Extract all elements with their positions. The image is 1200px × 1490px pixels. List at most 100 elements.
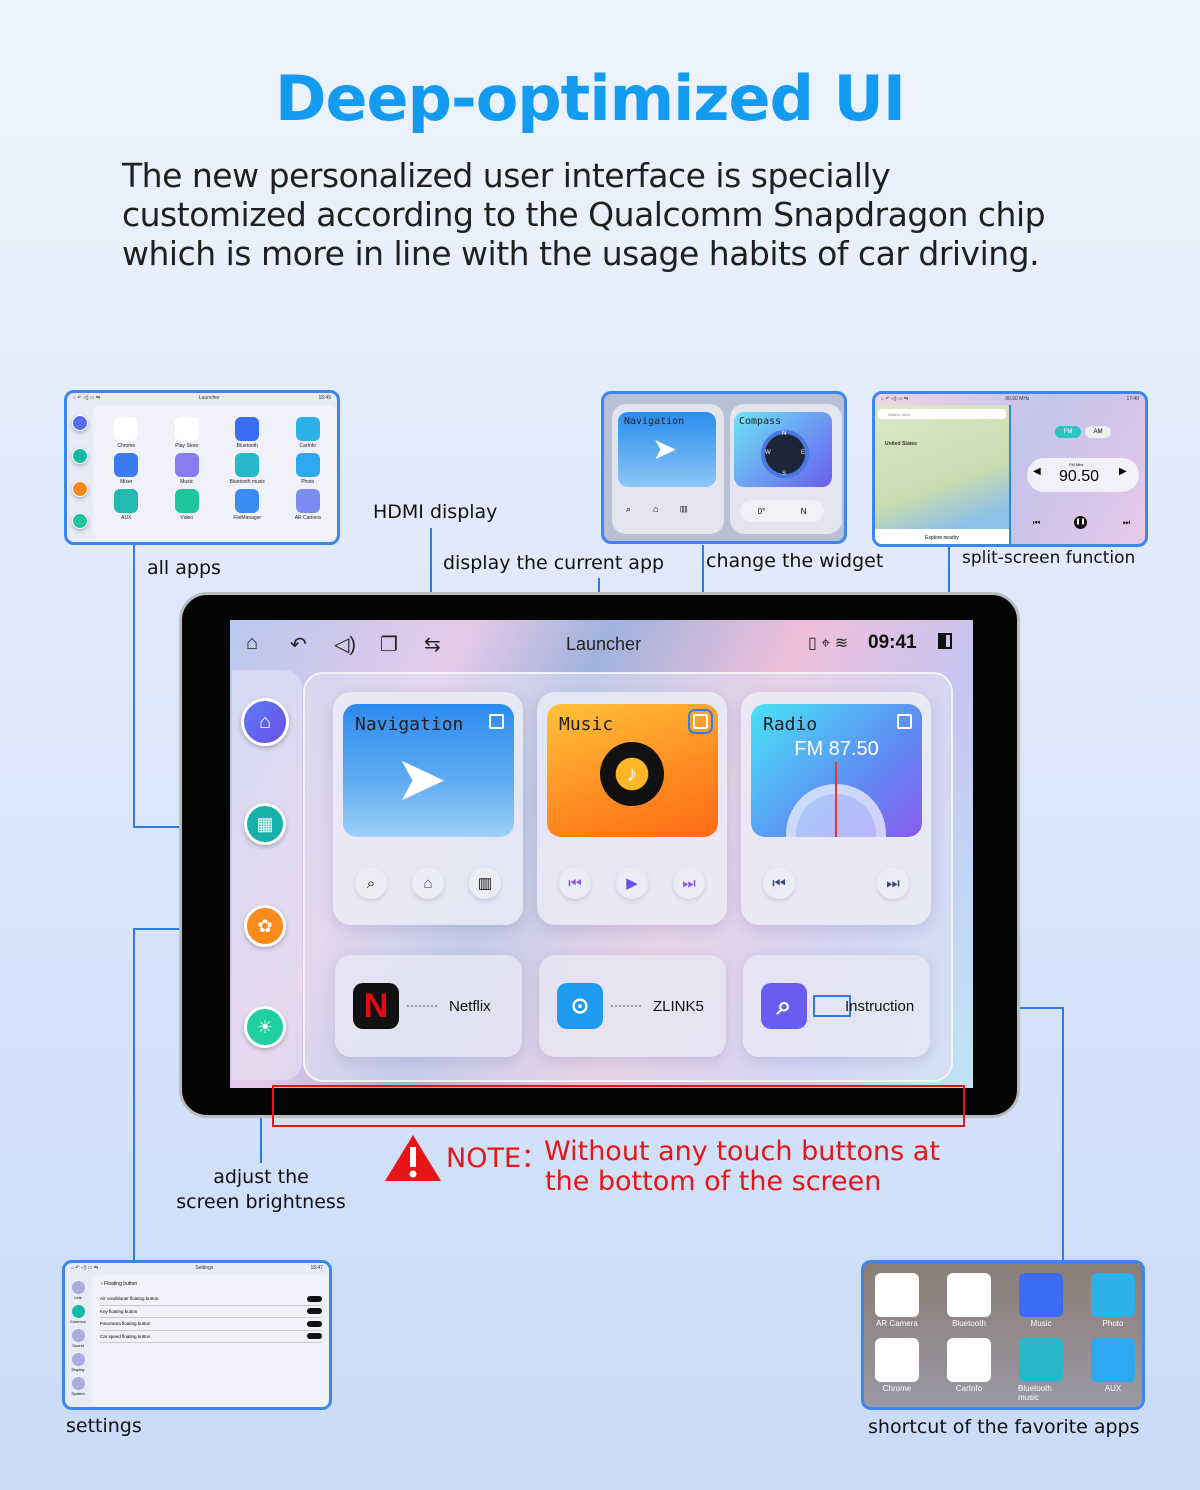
play-icon[interactable]: ▶ [616, 867, 648, 899]
app-item[interactable]: AUX [107, 489, 146, 521]
toggle-switch[interactable] [307, 1320, 322, 1327]
app-item[interactable]: Chrome [107, 417, 146, 449]
app-item[interactable]: Music [168, 453, 207, 485]
settings-side-item[interactable]: Display [67, 1353, 89, 1377]
app-item[interactable]: Chrome [874, 1338, 920, 1402]
connector [133, 545, 135, 827]
next-icon[interactable]: ⏭ [1123, 518, 1130, 528]
settings-row[interactable]: Panorama floating button [100, 1318, 322, 1331]
widget-radio[interactable]: Radio FM 87.50 ⏮ ⏭ [741, 692, 931, 925]
app-item[interactable]: Photo [289, 453, 328, 485]
app-item[interactable]: Play Store [168, 417, 207, 449]
widget-nav-title: Navigation [624, 416, 685, 427]
building-icon[interactable]: ▥ [469, 867, 501, 899]
app-netflix[interactable]: N Netflix [335, 955, 522, 1057]
app-item[interactable]: Music [1018, 1273, 1064, 1328]
explore-nearby[interactable]: Explore nearby [875, 529, 1009, 544]
settings-label: Air conditioner floating button [100, 1296, 159, 1302]
app-instruction[interactable]: ⌕ Instruction [743, 955, 930, 1057]
settings-row[interactable]: Key floating button [100, 1306, 322, 1318]
carinfo-icon [295, 417, 320, 441]
settings-category-icon [71, 1281, 85, 1294]
app-item[interactable]: Bluetooth [228, 417, 267, 449]
next-icon[interactable]: ⏭ [877, 867, 909, 899]
settings-category-label: Display [71, 1367, 85, 1372]
app-item[interactable]: AUX [1090, 1338, 1136, 1402]
am-button[interactable]: AM [1085, 426, 1111, 438]
fm-button[interactable]: FM [1055, 426, 1081, 438]
settings-header[interactable]: ‹ Floating button [101, 1281, 137, 1287]
app-item[interactable]: Mixer [107, 453, 146, 485]
settings-time: 18:47 [310, 1265, 323, 1271]
edit-icon[interactable] [688, 709, 713, 734]
edit-icon[interactable] [489, 714, 504, 729]
app-item[interactable]: Photo [1090, 1273, 1136, 1328]
app-item[interactable]: AR Camera [874, 1273, 920, 1328]
settings-title: Settings [195, 1265, 214, 1271]
app-item[interactable]: AR Camera [289, 489, 328, 521]
previous-icon[interactable]: ⏮ [559, 867, 591, 899]
app-item[interactable]: FileManager [228, 489, 267, 521]
play-store-icon [174, 417, 199, 441]
settings-side-item[interactable]: System [67, 1377, 89, 1401]
next-icon[interactable]: ⏭ [673, 867, 705, 899]
settings-side-item[interactable]: Common [67, 1305, 89, 1329]
sidebar-settings-icon[interactable]: ✿ [244, 905, 286, 947]
widget-navigation[interactable]: Navigation ➤ ⌕ ⌂ ▥ [333, 692, 523, 925]
volume-icon[interactable]: ◁) [334, 632, 356, 657]
home-icon[interactable]: ⌂ [412, 867, 444, 899]
page-title: Deep-optimized UI [275, 62, 906, 135]
back-icon[interactable]: ↶ [290, 632, 307, 657]
settings-row[interactable]: Air conditioner floating button [100, 1293, 322, 1306]
paper-plane-icon: ➤ [395, 745, 447, 814]
app-label: AR Camera [294, 515, 321, 521]
toggle-switch[interactable] [307, 1295, 322, 1302]
split-title: 90.50 MHz [1005, 396, 1030, 402]
nav-buttons: ⌕⌂▥ [626, 504, 710, 514]
sidebar-brightness-icon[interactable]: ☀ [244, 1006, 286, 1048]
search-icon[interactable]: ⌕ [355, 867, 387, 899]
toggle-switch[interactable] [307, 1308, 322, 1315]
map-search-input[interactable]: Search here [878, 409, 1006, 419]
toggle-switch[interactable] [307, 1333, 322, 1340]
app-item[interactable]: Bluetooth music [228, 453, 267, 485]
previous-icon[interactable]: ⏮ [1033, 518, 1040, 528]
app-item[interactable]: Bluetooth music [1018, 1338, 1064, 1402]
app-zlink5[interactable]: ⊙ ZLINK5 [539, 955, 726, 1057]
status-title: Launcher [566, 634, 642, 654]
app-item[interactable]: CarInfo [946, 1338, 992, 1402]
bluetooth-icon [947, 1273, 991, 1317]
map-view[interactable]: Search here United States Explore nearby [875, 405, 1011, 544]
previous-icon[interactable]: ⏮ [763, 867, 795, 899]
pause-icon[interactable]: ❚❚ [1074, 516, 1087, 529]
status-time: 09:41 [868, 632, 917, 653]
label-current-app: display the current app [443, 552, 665, 574]
widget-music[interactable]: Music ♪ ⏮ ▶ ⏭ [537, 692, 727, 925]
settings-side-item[interactable]: Sound [67, 1329, 89, 1353]
app-label: ZLINK5 [653, 998, 704, 1015]
settings-category-icon [71, 1305, 85, 1318]
sidebar-home-icon[interactable]: ⌂ [241, 698, 289, 746]
sidebar-apps-icon[interactable]: ▦ [244, 803, 286, 845]
next-freq-icon[interactable]: ▶ [1119, 466, 1127, 477]
edit-icon[interactable] [897, 714, 912, 729]
app-label: Chrome [882, 1384, 912, 1393]
note-line-1: Without any touch buttons at [544, 1136, 940, 1167]
app-item[interactable]: Video [168, 489, 207, 521]
split-screen-icon[interactable] [938, 633, 952, 649]
thumbnail-settings: ⌂ ↶ ◁) ▭ ⇆ Settings 18:47 ‹ Floating butto… [62, 1260, 332, 1410]
recent-apps-icon[interactable]: ❐ [380, 632, 398, 657]
paper-plane-icon: ➤ [652, 433, 678, 466]
app-item[interactable]: CarInfo [289, 417, 328, 449]
settings-row[interactable]: Car speed floating button [100, 1331, 322, 1343]
prev-freq-icon[interactable]: ◀ [1033, 466, 1041, 477]
app-item[interactable]: Bluetooth [946, 1273, 992, 1328]
bluetooth-music-icon [235, 453, 260, 477]
app-label: Photo [301, 479, 315, 485]
label-split: split-screen function [962, 548, 1136, 568]
hdmi-icon[interactable]: ⇆ [424, 632, 441, 657]
settings-icon [72, 481, 88, 497]
home-icon[interactable]: ⌂ [246, 632, 258, 655]
settings-side-item[interactable]: Link [67, 1281, 89, 1305]
zlink-icon: ⊙ [557, 983, 603, 1029]
